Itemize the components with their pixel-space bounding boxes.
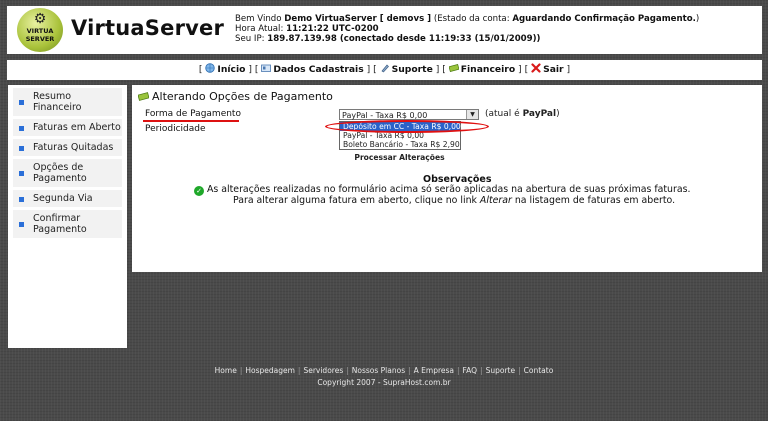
page-title: Alterando Opções de Pagamento [138,90,333,103]
money-icon [448,63,459,73]
sidebar-item-segunda-via[interactable]: Segunda Via [13,190,122,207]
footer-link-nossos-planos[interactable]: Nossos Planos [352,366,405,375]
nav-dados-label: Dados Cadastrais [273,64,364,75]
page-title-text: Alterando Opções de Pagamento [152,90,333,103]
atual-prefix: (atual é [485,109,520,119]
nav-inicio-label: Início [217,64,246,75]
card-icon [261,64,272,72]
account-status: Aguardando Confirmação Pagamento. [512,14,696,24]
copyright: Copyright 2007 - SupraHost.com.br [317,378,451,387]
logo: ⚙ VIRTUA SERVER [17,8,63,52]
money-icon [138,92,149,101]
observation-text-2b: na listagem de faturas em aberto. [514,195,676,206]
atual-suffix: ) [556,109,560,119]
close-icon [531,63,541,73]
footer-link-faq[interactable]: FAQ [463,366,478,375]
sidebar-item-confirmar-pagamento[interactable]: Confirmar Pagamento [13,210,122,238]
nav-suporte[interactable]: Suporte [380,64,433,75]
payment-method-label: Forma de Pagamento [145,109,241,119]
annotation-ellipse [325,120,489,133]
ip-address: 189.87.139.98 (conectado desde 11:19:33 … [267,34,541,44]
sidebar-item-label: Segunda Via [33,193,93,204]
nav-sair-label: Sair [543,64,564,75]
globe-icon [205,63,216,73]
observation-text-2a: Para alterar alguma fatura em aberto, cl… [233,195,477,206]
nav-suporte-label: Suporte [391,64,433,75]
sidebar-item-resumo-financeiro[interactable]: Resumo Financeiro [13,88,122,116]
sidebar-item-faturas-quitadas[interactable]: Faturas Quitadas [13,139,122,156]
sidebar-item-label: Confirmar Pagamento [33,213,87,235]
chevron-down-icon[interactable]: ▼ [466,110,478,119]
bullet-icon [19,145,24,151]
support-icon [381,64,389,73]
logo-text-top: VIRTUA [26,27,54,35]
alterar-link-text: Alterar [479,195,512,206]
nav-financeiro[interactable]: Financeiro [448,63,516,75]
bullet-icon [19,125,24,131]
option-boleto[interactable]: Boleto Bancário - Taxa R$ 2,90 [340,140,460,149]
nav-financeiro-label: Financeiro [460,64,516,75]
status-prefix: (Estado da conta: [433,14,510,24]
sidebar-item-label: Opções de Pagamento [33,162,87,184]
header: ⚙ VIRTUA SERVER VirtuaServer Bem Vindo D… [7,6,762,54]
sidebar-item-opcoes-de-pagamento[interactable]: Opções de Pagamento [13,159,122,187]
payment-method-select[interactable]: PayPal - Taxa R$ 0,00 ▼ [339,109,479,120]
footer-link-home[interactable]: Home [215,366,237,375]
current-time: 11:21:22 UTC-0200 [286,24,379,34]
nav-sair[interactable]: Sair [531,63,564,75]
footer-links: Home | Hospedagem | Servidores | Nossos Planos… [214,366,554,375]
sidebar-item-label: Resumo Financeiro [33,91,82,113]
top-nav: [ Início ] [ Dados Cadastrais ] [ Suport… [7,60,762,80]
status-suffix: ) [695,14,700,24]
main-panel: Alterando Opções de Pagamento Forma de P… [132,85,762,272]
nav-inicio[interactable]: Início [205,63,246,75]
gear-icon: ⚙ [33,11,47,27]
observation-line-2: Para alterar alguma fatura em aberto, cl… [233,195,675,206]
periodicity-label: Periodicidade [145,124,206,134]
sidebar: Resumo Financeiro Faturas em Aberto Fatu… [8,85,127,348]
current-payment-note: (atual é PayPal) [485,109,560,119]
welcome-prefix: Bem Vindo [235,14,282,24]
footer-link-contato[interactable]: Contato [524,366,554,375]
sidebar-item-label: Faturas Quitadas [33,142,114,153]
footer-link-servidores[interactable]: Servidores [303,366,343,375]
check-icon: ✓ [194,186,204,196]
logo-text-bottom: SERVER [25,35,55,43]
bullet-icon [19,171,24,176]
annotation-underline [143,120,239,122]
ip-label: Seu IP: [235,34,265,44]
welcome-info: Bem Vindo Demo VirtuaServer [ demovs ] (… [235,14,699,44]
footer-link-suporte[interactable]: Suporte [486,366,516,375]
footer-link-hospedagem[interactable]: Hospedagem [245,366,295,375]
site-title: VirtuaServer [71,16,225,40]
footer-link-a-empresa[interactable]: A Empresa [414,366,454,375]
sidebar-item-faturas-em-aberto[interactable]: Faturas em Aberto [13,119,122,136]
observation-text-1: As alterações realizadas no formulário a… [207,184,691,195]
payment-method-selected: PayPal - Taxa R$ 0,00 [342,111,428,120]
bullet-icon [19,222,24,227]
atual-value: PayPal [522,109,557,119]
nav-dados-cadastrais[interactable]: Dados Cadastrais [261,64,364,75]
user-name: Demo VirtuaServer [ demovs ] [284,14,432,24]
bullet-icon [19,100,24,105]
process-changes-button[interactable]: Processar Alterações [339,152,460,163]
sidebar-item-label: Faturas em Aberto [33,122,121,133]
bullet-icon [19,196,24,202]
time-label: Hora Atual: [235,24,284,34]
